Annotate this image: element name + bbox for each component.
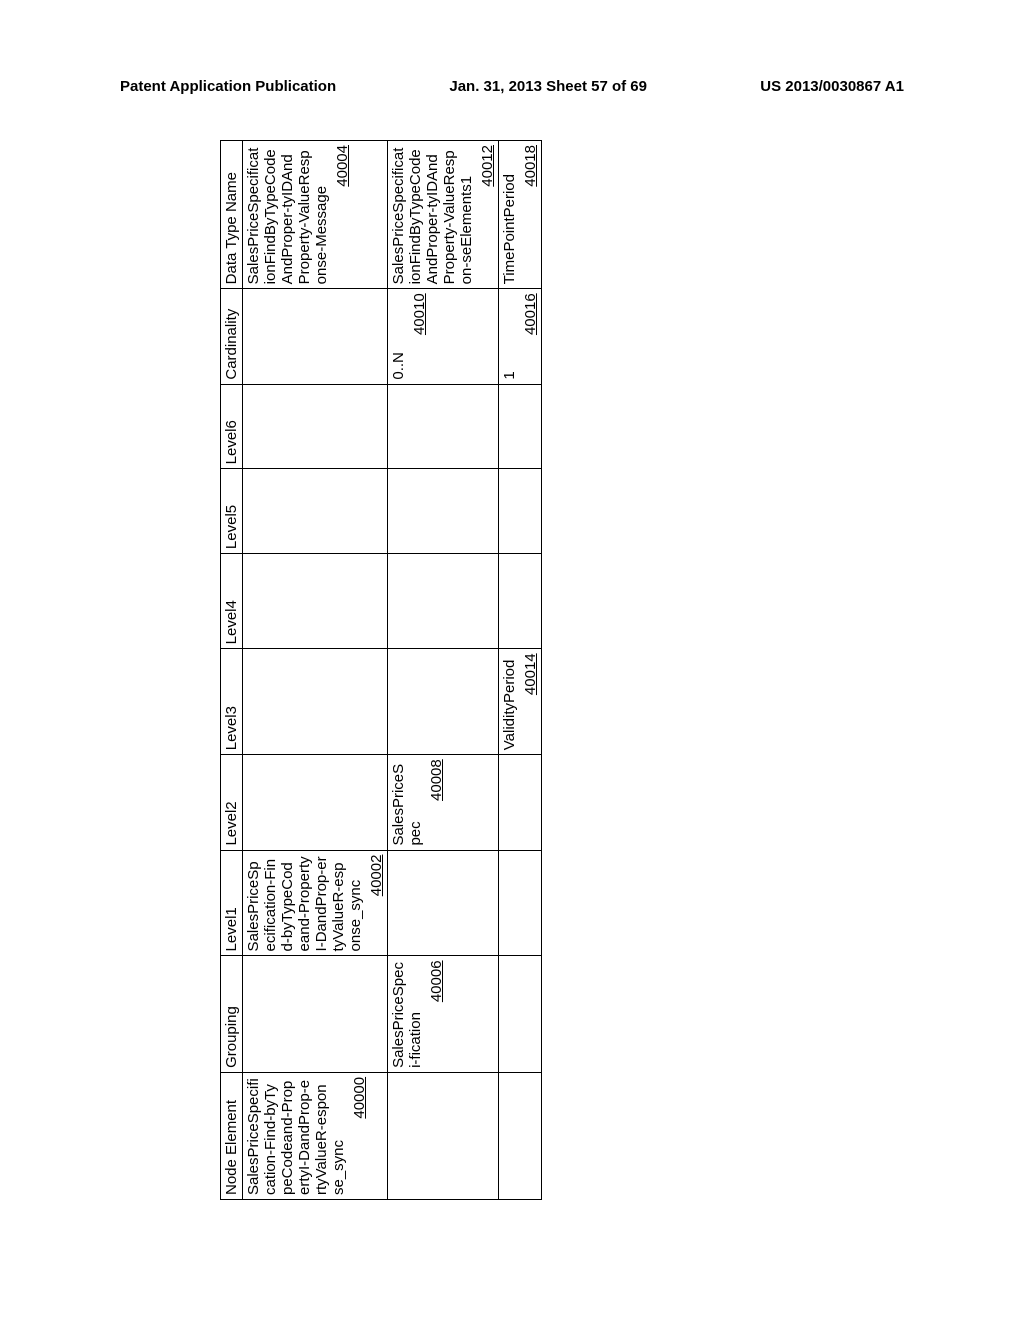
ref-number: 40002 xyxy=(368,855,385,952)
cell-text: TimePointPeriod xyxy=(501,174,518,284)
col-level2: Level2 xyxy=(221,755,243,850)
ref-number: 40004 xyxy=(334,145,351,284)
cell-l2 xyxy=(243,755,388,850)
cell-grouping xyxy=(499,956,542,1072)
col-level6: Level6 xyxy=(221,384,243,469)
cell-node xyxy=(499,1072,542,1199)
ref-number: 40014 xyxy=(522,653,539,750)
cell-l2: SalesPriceSpec 40008 xyxy=(388,755,499,850)
table-row: ValidityPeriod 40014 1 40016 TimePointPe… xyxy=(499,141,542,1200)
cell-l1: SalesPriceSpecification-Find-byTypeCodea… xyxy=(243,850,388,956)
cell-l1 xyxy=(499,850,542,956)
cell-text: SalesPriceSpecificationFindByTypeCodeAnd… xyxy=(245,148,330,285)
page-header: Patent Application Publication Jan. 31, … xyxy=(0,78,1024,95)
ref-number: 40018 xyxy=(522,145,539,284)
data-table: Node Element Grouping Level1 Level2 Leve… xyxy=(220,140,542,1200)
cell-dtn: SalesPriceSpecificationFindByTypeCodeAnd… xyxy=(243,141,388,289)
figure-label: FIG. 40-1 xyxy=(0,350,3,990)
col-level5: Level5 xyxy=(221,469,243,554)
cell-text: SalesPriceSpecification-Find-byTypeCodea… xyxy=(245,856,364,951)
col-level4: Level4 xyxy=(221,554,243,649)
cell-l5 xyxy=(243,469,388,554)
col-level1: Level1 xyxy=(221,850,243,956)
figure-area: FIG. 40-1 Node Element Grouping Level1 L… xyxy=(0,350,1024,990)
ref-number: 40006 xyxy=(428,960,445,1067)
cell-dtn: TimePointPeriod 40018 xyxy=(499,141,542,289)
cell-dtn: SalesPriceSpecificationFindByTypeCodeAnd… xyxy=(388,141,499,289)
cell-card: 0..N 40010 xyxy=(388,289,499,384)
ref-number: 40016 xyxy=(522,293,539,379)
cell-text: SalesPriceSpeci-fication xyxy=(390,962,424,1068)
col-level3: Level3 xyxy=(221,649,243,755)
col-cardinality: Cardinality xyxy=(221,289,243,384)
cell-grouping: SalesPriceSpeci-fication 40006 xyxy=(388,956,499,1072)
cell-l6 xyxy=(388,384,499,469)
col-node: Node Element xyxy=(221,1072,243,1199)
ref-number: 40012 xyxy=(479,145,496,284)
cell-l6 xyxy=(499,384,542,469)
cell-text: ValidityPeriod xyxy=(501,660,518,751)
cell-text: SalesPriceSpec xyxy=(390,764,424,846)
cell-l3 xyxy=(388,649,499,755)
ref-number: 40010 xyxy=(411,293,428,379)
col-grouping: Grouping xyxy=(221,956,243,1072)
cell-node xyxy=(388,1072,499,1199)
cell-card: 1 40016 xyxy=(499,289,542,384)
col-datatype: Data Type Name xyxy=(221,141,243,289)
cell-text: SalesPriceSpecificationFindByTypeCodeAnd… xyxy=(390,148,475,285)
cell-l1 xyxy=(388,850,499,956)
table-row: SalesPriceSpecification-Find-byTypeCodea… xyxy=(243,141,388,1200)
cell-card xyxy=(243,289,388,384)
header-right: US 2013/0030867 A1 xyxy=(760,78,904,95)
cell-l5 xyxy=(388,469,499,554)
cell-l3: ValidityPeriod 40014 xyxy=(499,649,542,755)
cell-l4 xyxy=(243,554,388,649)
ref-number: 40008 xyxy=(428,759,445,845)
table-body: SalesPriceSpecification-Find-byTypeCodea… xyxy=(243,141,542,1200)
cell-l4 xyxy=(499,554,542,649)
cell-l2 xyxy=(499,755,542,850)
cell-grouping xyxy=(243,956,388,1072)
cell-text: SalesPriceSpecification-Find-byTypeCodea… xyxy=(245,1078,347,1195)
cell-l3 xyxy=(243,649,388,755)
header-left: Patent Application Publication xyxy=(120,78,336,95)
table-row: SalesPriceSpeci-fication 40006 SalesPric… xyxy=(388,141,499,1200)
cell-text: 0..N xyxy=(390,352,407,380)
cell-node: SalesPriceSpecification-Find-byTypeCodea… xyxy=(243,1072,388,1199)
ref-number: 40000 xyxy=(351,1077,368,1195)
cell-l6 xyxy=(243,384,388,469)
cell-l4 xyxy=(388,554,499,649)
cell-l5 xyxy=(499,469,542,554)
table-header-row: Node Element Grouping Level1 Level2 Leve… xyxy=(221,141,243,1200)
cell-text: 1 xyxy=(501,371,518,379)
header-center: Jan. 31, 2013 Sheet 57 of 69 xyxy=(449,78,647,95)
